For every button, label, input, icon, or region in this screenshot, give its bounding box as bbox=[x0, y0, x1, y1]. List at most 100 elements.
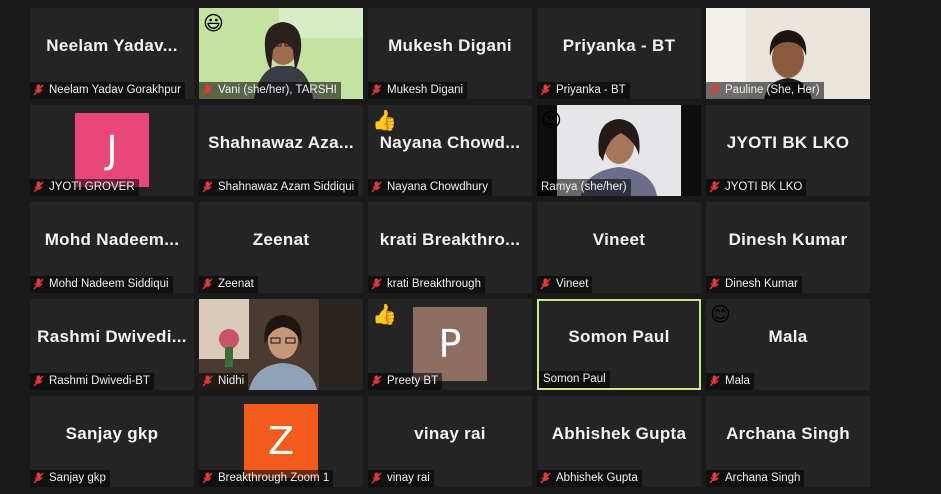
participant-tile[interactable]: J JYOTI GROVER bbox=[30, 105, 194, 196]
participant-display-name: Sanjay gkp bbox=[65, 424, 159, 443]
participant-label-text: Somon Paul bbox=[543, 373, 606, 385]
muted-mic-icon bbox=[709, 375, 720, 387]
participant-tile[interactable]: Vineet Vineet bbox=[537, 202, 701, 293]
participant-label-text: Mukesh Digani bbox=[387, 84, 464, 96]
participant-name-label: Mala bbox=[706, 373, 754, 390]
muted-mic-icon bbox=[33, 84, 44, 96]
participant-tile[interactable]: Mukesh Digani Mukesh Digani bbox=[368, 8, 532, 99]
muted-mic-icon bbox=[709, 84, 720, 96]
participant-name-label: Somon Paul bbox=[539, 371, 610, 388]
participant-name-label: JYOTI GROVER bbox=[30, 179, 139, 196]
participant-name-label: JYOTI BK LKO bbox=[706, 179, 807, 196]
gallery-grid: Neelam Yadav... Neelam Yadav Gorakhpur 😃… bbox=[30, 8, 870, 487]
participant-display-name: Nayana Chowd... bbox=[379, 133, 521, 152]
participant-tile[interactable]: Abhishek Gupta Abhishek Gupta bbox=[537, 396, 701, 487]
avatar: J bbox=[75, 113, 149, 187]
participant-name-label: Archana Singh bbox=[706, 470, 805, 487]
participant-tile[interactable]: Priyanka - BT Priyanka - BT bbox=[537, 8, 701, 99]
participant-display-name: Zeenat bbox=[252, 230, 310, 249]
participant-label-text: Nidhi bbox=[218, 375, 245, 387]
participant-label-text: Breakthrough Zoom 1 bbox=[218, 472, 330, 484]
participant-display-name: Dinesh Kumar bbox=[728, 230, 848, 249]
muted-mic-icon bbox=[709, 181, 720, 193]
participant-display-name: Priyanka - BT bbox=[562, 36, 676, 55]
participant-label-text: Vineet bbox=[556, 278, 589, 290]
participant-label-text: Nayana Chowdhury bbox=[387, 181, 489, 193]
participant-name-label: Neelam Yadav Gorakhpur bbox=[30, 82, 185, 99]
participant-tile[interactable]: Nidhi bbox=[199, 299, 363, 390]
participant-name-label: krati Breakthrough bbox=[368, 276, 485, 293]
participant-tile[interactable]: 😃 Vani (she/her), TARSHI bbox=[199, 8, 363, 99]
muted-mic-icon bbox=[540, 84, 551, 96]
reaction-emoji: 👍 bbox=[372, 108, 397, 132]
participant-name-label: Nayana Chowdhury bbox=[368, 179, 493, 196]
participant-tile[interactable]: Rashmi Dwivedi... Rashmi Dwivedi-BT bbox=[30, 299, 194, 390]
participant-tile[interactable]: 👍 Nayana Chowd... Nayana Chowdhury bbox=[368, 105, 532, 196]
participant-tile[interactable]: Archana Singh Archana Singh bbox=[706, 396, 870, 487]
participant-display-name: Shahnawaz Aza... bbox=[208, 133, 354, 152]
participant-label-text: JYOTI BK LKO bbox=[725, 181, 803, 193]
participant-label-text: Preety BT bbox=[387, 375, 439, 387]
muted-mic-icon bbox=[202, 84, 213, 96]
participant-tile[interactable]: Neelam Yadav... Neelam Yadav Gorakhpur bbox=[30, 8, 194, 99]
muted-mic-icon bbox=[371, 84, 382, 96]
participant-label-text: Archana Singh bbox=[725, 472, 801, 484]
participant-tile[interactable]: Shahnawaz Aza... Shahnawaz Azam Siddiqui bbox=[199, 105, 363, 196]
participant-tile[interactable]: Zeenat Zeenat bbox=[199, 202, 363, 293]
participant-display-name: Mohd Nadeem... bbox=[44, 230, 180, 249]
participant-name-label: Priyanka - BT bbox=[537, 82, 630, 99]
participant-name-label: Mohd Nadeem Siddiqui bbox=[30, 276, 173, 293]
muted-mic-icon bbox=[202, 375, 213, 387]
participant-name-label: Breakthrough Zoom 1 bbox=[199, 470, 334, 487]
participant-name-label: Nidhi bbox=[199, 373, 249, 390]
participant-tile[interactable]: 😊 Mala Mala bbox=[706, 299, 870, 390]
muted-mic-icon bbox=[371, 278, 382, 290]
participant-label-text: Zeenat bbox=[218, 278, 254, 290]
muted-mic-icon bbox=[33, 181, 44, 193]
participant-tile[interactable]: JYOTI BK LKO JYOTI BK LKO bbox=[706, 105, 870, 196]
active-speaker-tile[interactable]: Somon Paul Somon Paul bbox=[537, 299, 701, 390]
participant-name-label: Preety BT bbox=[368, 373, 443, 390]
muted-mic-icon bbox=[202, 181, 213, 193]
participant-name-label: Vineet bbox=[537, 276, 593, 293]
avatar: Z bbox=[244, 404, 318, 478]
participant-tile[interactable]: Pauline (She, Her) bbox=[706, 8, 870, 99]
participant-label-text: Vani (she/her), TARSHI bbox=[218, 84, 337, 96]
participant-name-label: Vani (she/her), TARSHI bbox=[199, 82, 341, 99]
participant-display-name: Mala bbox=[768, 327, 808, 346]
muted-mic-icon bbox=[33, 375, 44, 387]
muted-mic-icon bbox=[371, 472, 382, 484]
participant-tile[interactable]: 👍 P Preety BT bbox=[368, 299, 532, 390]
muted-mic-icon bbox=[709, 278, 720, 290]
reaction-emoji: 👍 bbox=[372, 302, 397, 326]
participant-display-name: JYOTI BK LKO bbox=[726, 133, 850, 152]
participant-tile[interactable]: Dinesh Kumar Dinesh Kumar bbox=[706, 202, 870, 293]
participant-name-label: Mukesh Digani bbox=[368, 82, 468, 99]
muted-mic-icon bbox=[202, 278, 213, 290]
participant-label-text: Rashmi Dwivedi-BT bbox=[49, 375, 150, 387]
participant-label-text: Pauline (She, Her) bbox=[725, 84, 820, 96]
muted-mic-icon bbox=[540, 278, 551, 290]
participant-display-name: Somon Paul bbox=[568, 327, 670, 346]
participant-display-name: Archana Singh bbox=[726, 424, 850, 443]
muted-mic-icon bbox=[540, 472, 551, 484]
participant-tile[interactable]: Z Breakthrough Zoom 1 bbox=[199, 396, 363, 487]
reaction-emoji: 😃 bbox=[203, 11, 224, 35]
participant-name-label: Pauline (She, Her) bbox=[706, 82, 824, 99]
participant-tile[interactable]: Sanjay gkp Sanjay gkp bbox=[30, 396, 194, 487]
participant-label-text: JYOTI GROVER bbox=[49, 181, 135, 193]
participant-display-name: Vineet bbox=[592, 230, 646, 249]
participant-tile[interactable]: Mohd Nadeem... Mohd Nadeem Siddiqui bbox=[30, 202, 194, 293]
participant-display-name: krati Breakthro... bbox=[379, 230, 521, 249]
participant-tile[interactable]: krati Breakthro... krati Breakthrough bbox=[368, 202, 532, 293]
participant-tile[interactable]: 😍 Ramya (she/her) bbox=[537, 105, 701, 196]
participant-name-label: Rashmi Dwivedi-BT bbox=[30, 373, 154, 390]
participant-tile[interactable]: vinay rai vinay rai bbox=[368, 396, 532, 487]
participant-label-text: Abhishek Gupta bbox=[556, 472, 638, 484]
participant-label-text: Sanjay gkp bbox=[49, 472, 106, 484]
reaction-emoji: 😊 bbox=[710, 302, 731, 326]
participant-label-text: Mala bbox=[725, 375, 750, 387]
participant-name-label: Abhishek Gupta bbox=[537, 470, 642, 487]
participant-label-text: Dinesh Kumar bbox=[725, 278, 798, 290]
participant-display-name: Mukesh Digani bbox=[388, 36, 512, 55]
